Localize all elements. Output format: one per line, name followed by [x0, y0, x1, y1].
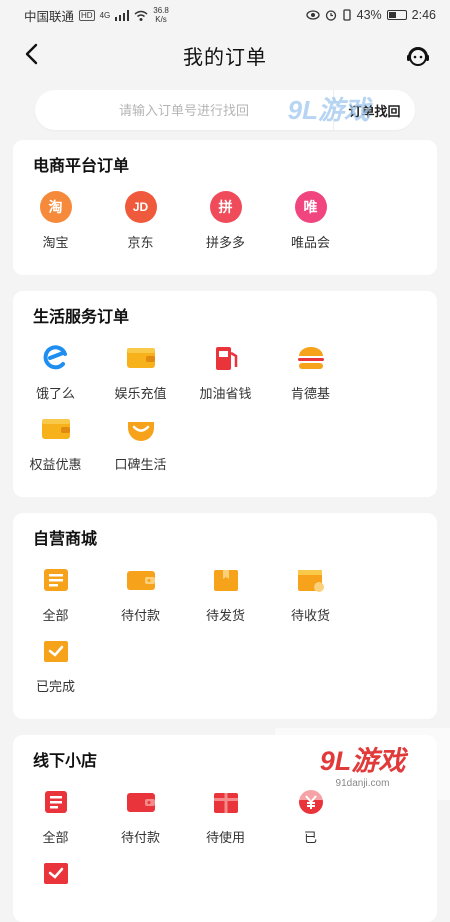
store-pending-payment-item[interactable]: 待付款	[98, 785, 183, 846]
check-box-icon	[43, 641, 68, 662]
alarm-icon	[325, 10, 336, 21]
item-label: 娱乐充值	[114, 386, 167, 401]
item-label: 饿了么	[35, 386, 75, 401]
wallet-icon	[126, 793, 155, 812]
item-label: 已	[303, 830, 317, 845]
battery-icon	[386, 10, 407, 20]
koubei-item[interactable]: 口碑生活	[98, 412, 183, 473]
fuel-pump-icon	[215, 347, 237, 370]
back-arrow-icon[interactable]	[20, 42, 44, 66]
item-label: 权益优惠	[29, 457, 82, 472]
watermark-banner: 9L游戏 91danji.com	[275, 728, 450, 800]
vibrate-icon	[342, 9, 351, 21]
eleme-item[interactable]: 饿了么	[13, 341, 98, 402]
item-label: 淘宝	[42, 235, 69, 250]
kfc-item[interactable]: 肯德基	[268, 341, 353, 402]
item-label: 待发货	[205, 608, 245, 623]
vipshop-icon: 唯	[294, 191, 327, 223]
page-title: 我的订单	[183, 46, 267, 69]
gift-ticket-icon	[213, 793, 238, 813]
network-type: 4G	[99, 10, 111, 20]
list-icon	[43, 569, 68, 591]
item-label: 肯德基	[290, 386, 330, 401]
search-section: 订单找回 9L游戏	[0, 80, 450, 140]
item-label: 待收货	[290, 608, 330, 623]
wallet-icon	[126, 348, 155, 368]
item-label: 待使用	[205, 830, 245, 845]
item-label: 京东	[127, 235, 154, 250]
section-title: 生活服务订单	[33, 309, 130, 326]
clock: 2:46	[411, 8, 436, 22]
self-mall-orders-card: 自营商城 全部 待付款 待发货 待收货 已完成	[13, 513, 437, 719]
hd-badge: HD	[79, 9, 95, 21]
mall-completed-item[interactable]: 已完成	[13, 634, 98, 695]
delivery-box-icon	[297, 570, 324, 592]
battery-percent: 43%	[356, 8, 382, 22]
item-label: 全部	[42, 830, 69, 845]
item-label: 全部	[42, 608, 69, 623]
mall-pending-shipment-item[interactable]: 待发货	[183, 563, 268, 624]
store-to-use-item[interactable]: 待使用	[183, 785, 268, 846]
status-bar: 中国联通 HD 4G 36.8 K/s 43% 2:46	[0, 0, 450, 30]
section-title: 电商平台订单	[33, 158, 130, 175]
jd-icon: JD	[124, 191, 157, 223]
taobao-item[interactable]: 淘 淘宝	[13, 190, 98, 251]
mall-pending-payment-item[interactable]: 待付款	[98, 563, 183, 624]
vipshop-item[interactable]: 唯 唯品会	[268, 190, 353, 251]
benefits-item[interactable]: 权益优惠	[13, 412, 98, 473]
navigation-bar: 我的订单	[0, 30, 450, 80]
taobao-icon: 淘	[39, 191, 72, 223]
watermark-url: 91danji.com	[335, 778, 390, 789]
eleme-icon	[43, 345, 67, 370]
box-icon	[213, 570, 238, 591]
item-label: 拼多多	[205, 235, 245, 250]
customer-service-icon[interactable]	[404, 42, 432, 70]
signal-icon	[115, 9, 130, 21]
item-label: 待付款	[120, 830, 160, 845]
wifi-icon	[134, 10, 148, 21]
check-box-icon	[43, 863, 68, 884]
jd-item[interactable]: JD 京东	[98, 190, 183, 251]
eye-icon	[305, 10, 320, 20]
watermark-logo: 9L游戏	[319, 746, 406, 776]
pinduoduo-item[interactable]: 拼 拼多多	[183, 190, 268, 251]
item-label: 加油省钱	[199, 386, 252, 401]
mall-pending-receipt-item[interactable]: 待收货	[268, 563, 353, 624]
store-all-item[interactable]: 全部	[13, 785, 98, 846]
burger-icon	[297, 347, 324, 369]
section-title: 自营商城	[33, 531, 98, 548]
item-label: 待付款	[120, 608, 160, 623]
fuel-savings-item[interactable]: 加油省钱	[183, 341, 268, 402]
coupon-card-icon	[41, 419, 70, 439]
life-service-orders-card: 生活服务订单 饿了么 娱乐充值 加油省钱 肯德基 权益优惠 口碑生活	[13, 291, 437, 497]
pinduoduo-icon: 拼	[209, 191, 242, 223]
item-label: 唯品会	[290, 235, 330, 250]
mall-all-item[interactable]: 全部	[13, 563, 98, 624]
carrier-label: 中国联通	[24, 9, 75, 24]
smile-icon	[127, 422, 154, 441]
item-label: 已完成	[35, 679, 75, 694]
store-completed-item[interactable]	[13, 856, 98, 898]
list-icon	[44, 791, 67, 813]
wallet-icon	[126, 571, 155, 590]
entertainment-recharge-item[interactable]: 娱乐充值	[98, 341, 183, 402]
network-speed: 36.8 K/s	[153, 6, 169, 24]
ecommerce-orders-card: 电商平台订单 淘 淘宝 JD 京东 拼 拼多多 唯 唯品会	[13, 140, 437, 275]
item-label: 口碑生活	[114, 457, 167, 472]
watermark-logo: 9L游戏	[287, 95, 370, 125]
